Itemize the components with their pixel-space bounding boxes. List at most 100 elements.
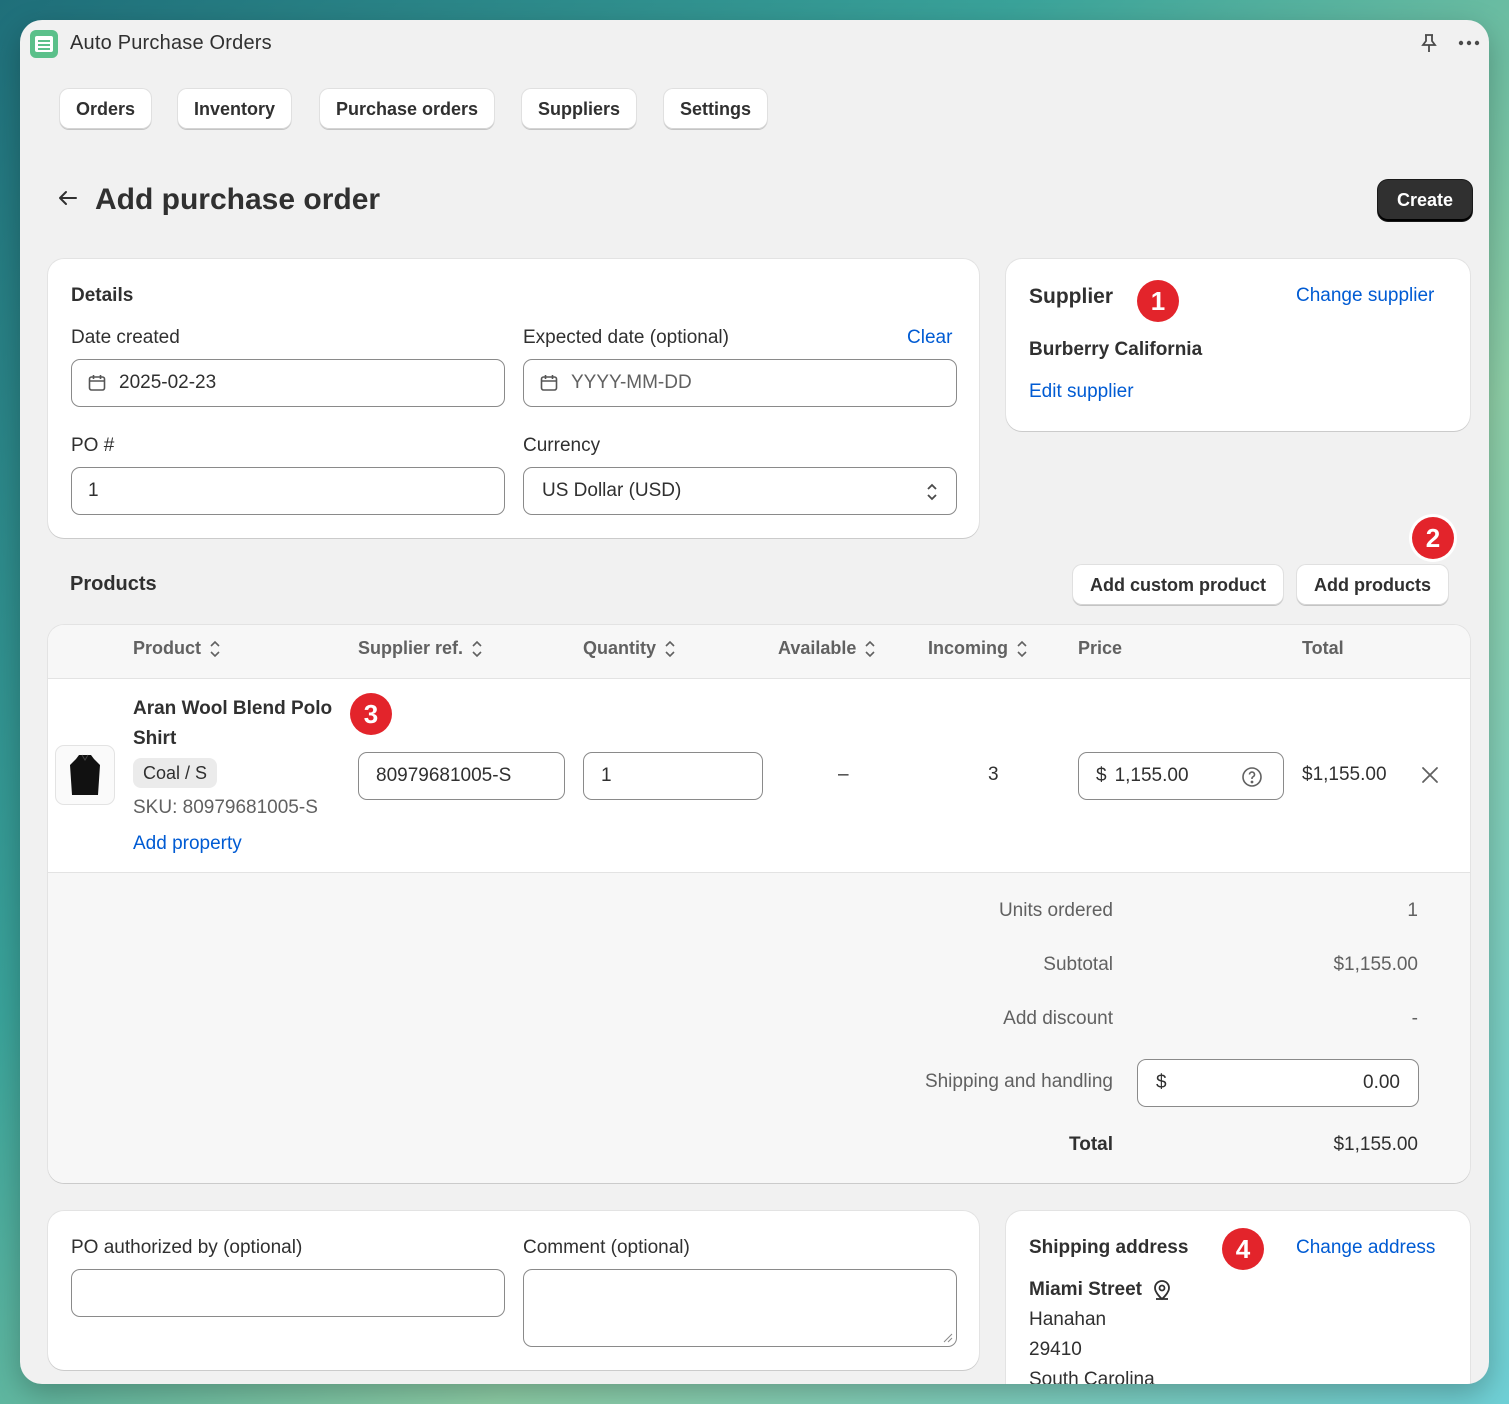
resize-handle-icon[interactable] xyxy=(943,1333,953,1343)
po-number-label: PO # xyxy=(71,435,115,456)
app-logo-icon xyxy=(30,30,58,58)
subtotal-value: $1,155.00 xyxy=(1333,954,1418,975)
product-name-line: Shirt xyxy=(133,728,177,749)
authorization-card: PO authorized by (optional) Comment (opt… xyxy=(48,1211,979,1370)
create-button[interactable]: Create xyxy=(1378,180,1472,221)
shipping-handling-input[interactable]: $ 0.00 xyxy=(1137,1059,1419,1107)
currency-label: Currency xyxy=(523,435,601,456)
price-value: 1,155.00 xyxy=(1114,765,1189,786)
row-divider xyxy=(48,872,1470,873)
units-ordered-value: 1 xyxy=(1407,900,1418,921)
app-window: Auto Purchase Orders Orders Inventory Pu… xyxy=(20,20,1489,1384)
total-value: $1,155.00 xyxy=(1333,1134,1418,1155)
column-header-price: Price xyxy=(1078,638,1123,658)
table-header xyxy=(48,625,1470,679)
supplier-ref-input[interactable]: 80979681005-S xyxy=(358,752,565,800)
currency-select[interactable]: US Dollar (USD) xyxy=(523,467,957,515)
more-options-icon[interactable] xyxy=(1456,30,1482,56)
column-header-total: Total xyxy=(1302,638,1344,658)
shipping-value: 0.00 xyxy=(1363,1072,1400,1093)
page-title: Add purchase order xyxy=(95,183,381,216)
remove-row-icon[interactable] xyxy=(1420,765,1442,787)
column-header-label: Product xyxy=(133,638,202,658)
help-icon[interactable] xyxy=(1241,766,1263,788)
add-property-link[interactable]: Add property xyxy=(133,833,242,855)
column-header-label: Available xyxy=(778,638,857,658)
po-number-input[interactable]: 1 xyxy=(71,467,505,515)
address-city: Hanahan xyxy=(1029,1309,1107,1330)
quantity-input[interactable]: 1 xyxy=(583,752,763,800)
shipping-currency: $ xyxy=(1156,1072,1167,1093)
summary-section xyxy=(48,873,1470,1183)
sort-icon xyxy=(210,640,220,657)
column-header-product[interactable]: Product xyxy=(133,638,221,659)
edit-supplier-link[interactable]: Edit supplier xyxy=(1029,381,1134,403)
comment-textarea[interactable] xyxy=(523,1269,957,1347)
date-created-input[interactable]: 2025-02-23 xyxy=(71,359,505,407)
sort-icon xyxy=(472,640,482,657)
sort-icon xyxy=(665,640,675,657)
row-total-value: $1,155.00 xyxy=(1302,764,1387,785)
column-header-label: Quantity xyxy=(583,638,657,658)
address-state: South Carolina xyxy=(1029,1369,1155,1384)
nav-settings-button[interactable]: Settings xyxy=(664,89,768,129)
change-supplier-link[interactable]: Change supplier xyxy=(1296,285,1434,307)
shirt-image-icon xyxy=(70,754,100,795)
incoming-value: 3 xyxy=(988,764,999,785)
discount-value: - xyxy=(1411,1008,1418,1029)
comment-label: Comment (optional) xyxy=(523,1237,690,1258)
clear-expected-date-link[interactable]: Clear xyxy=(907,327,952,349)
column-header-incoming[interactable]: Incoming xyxy=(928,638,1028,659)
address-street: Miami Street xyxy=(1029,1279,1172,1301)
pin-icon[interactable] xyxy=(1416,30,1442,56)
annotation-badge-2: 2 xyxy=(1412,517,1454,559)
shipping-address-heading: Shipping address xyxy=(1029,1237,1189,1258)
details-card: Details Date created Expected date (opti… xyxy=(48,259,979,538)
calendar-icon xyxy=(540,375,558,391)
authorized-by-input[interactable] xyxy=(71,1269,505,1317)
expected-date-input[interactable]: YYYY-MM-DD xyxy=(523,359,957,407)
quantity-value: 1 xyxy=(601,765,612,786)
back-arrow-icon[interactable] xyxy=(56,186,80,210)
calendar-icon xyxy=(88,375,106,391)
header-divider xyxy=(48,678,1470,679)
product-thumbnail xyxy=(55,745,115,805)
available-value: – xyxy=(838,764,849,785)
annotation-badge-1: 1 xyxy=(1137,280,1179,322)
add-custom-product-button[interactable]: Add custom product xyxy=(1073,565,1283,605)
variant-tag: Coal / S xyxy=(133,758,218,788)
date-created-label: Date created xyxy=(71,327,180,348)
add-discount-link[interactable]: Add discount xyxy=(1003,1008,1113,1030)
app-title: Auto Purchase Orders xyxy=(70,32,272,54)
nav-inventory-button[interactable]: Inventory xyxy=(178,89,292,129)
nav-orders-button[interactable]: Orders xyxy=(60,89,152,129)
column-header-quantity[interactable]: Quantity xyxy=(583,638,676,659)
subtotal-label: Subtotal xyxy=(1043,954,1113,975)
po-number-value: 1 xyxy=(88,480,99,501)
products-heading: Products xyxy=(70,573,157,595)
supplier-card: Supplier Change supplier Burberry Califo… xyxy=(1006,259,1470,431)
nav-purchase-orders-button[interactable]: Purchase orders xyxy=(320,89,495,129)
column-header-label: Supplier ref. xyxy=(358,638,464,658)
change-address-link[interactable]: Change address xyxy=(1296,1237,1435,1259)
units-ordered-label: Units ordered xyxy=(998,900,1113,921)
price-input[interactable]: $ 1,155.00 xyxy=(1078,752,1284,800)
nav-suppliers-button[interactable]: Suppliers xyxy=(522,89,637,129)
annotation-badge-4: 4 xyxy=(1222,1228,1264,1270)
address-street-text: Miami Street xyxy=(1029,1279,1142,1300)
column-header-supplier-ref[interactable]: Supplier ref. xyxy=(358,638,483,659)
supplier-ref-value: 80979681005-S xyxy=(376,765,512,786)
add-products-button[interactable]: Add products xyxy=(1297,565,1448,605)
currency-value: US Dollar (USD) xyxy=(542,480,682,501)
authorized-by-label: PO authorized by (optional) xyxy=(71,1237,303,1258)
sort-icon xyxy=(865,640,875,657)
title-bar: Auto Purchase Orders xyxy=(20,20,1489,68)
expected-date-label: Expected date (optional) xyxy=(523,327,729,348)
product-name-line: Aran Wool Blend Polo xyxy=(133,698,333,719)
column-header-available[interactable]: Available xyxy=(778,638,876,659)
location-pin-icon xyxy=(1154,1280,1170,1301)
sort-icon xyxy=(1017,640,1027,657)
select-chevron-icon xyxy=(927,483,937,501)
total-label: Total xyxy=(1069,1134,1113,1155)
product-name[interactable]: Aran Wool Blend Polo Shirt xyxy=(133,694,332,754)
